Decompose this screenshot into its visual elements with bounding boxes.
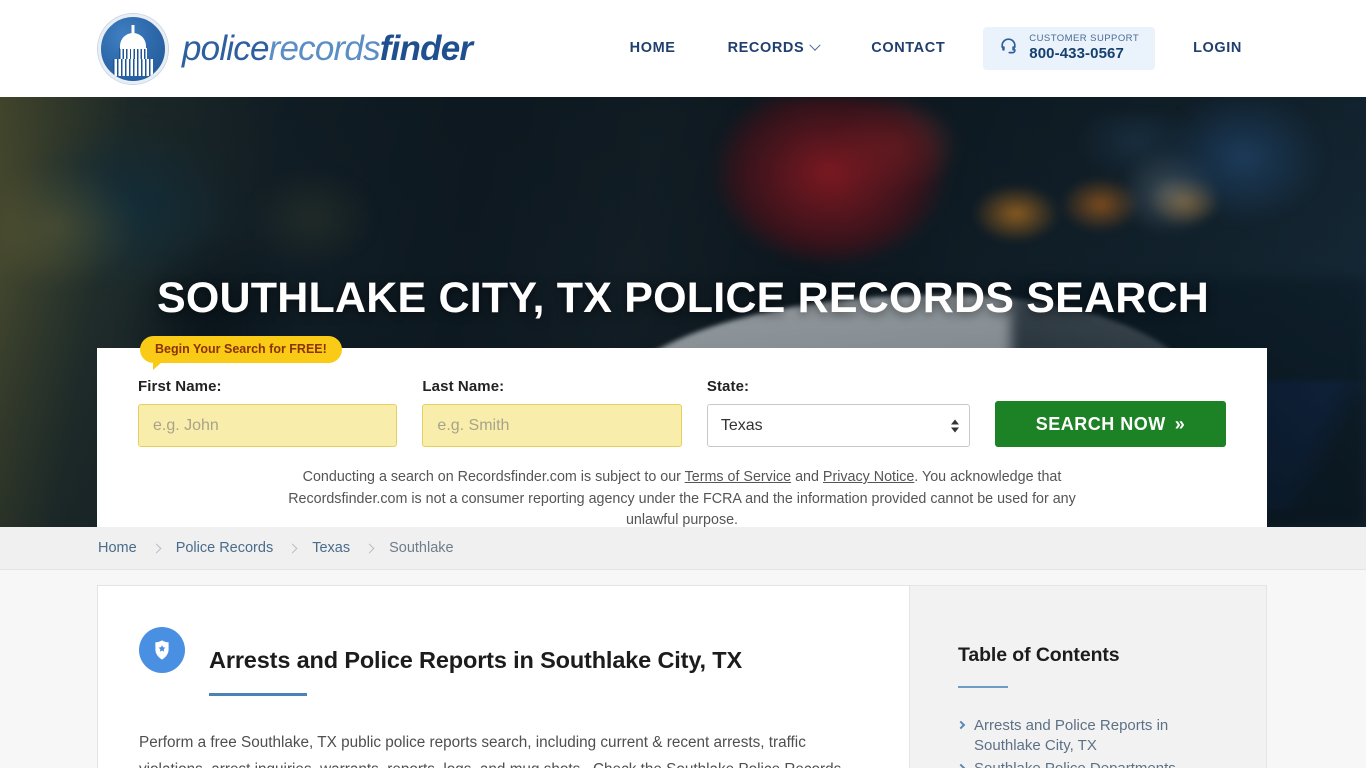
support-label: CUSTOMER SUPPORT	[1029, 33, 1140, 45]
first-name-input[interactable]	[138, 404, 398, 447]
content-area: Arrests and Police Reports in Southlake …	[97, 585, 1267, 768]
toc-title: Table of Contents	[958, 643, 1120, 666]
first-name-label: First Name:	[138, 378, 222, 395]
title-underline	[209, 693, 307, 697]
state-label: State:	[706, 378, 750, 395]
search-now-label: SEARCH NOW	[1035, 413, 1166, 434]
breadcrumb-item-texas[interactable]: Texas	[312, 540, 350, 556]
toc-item-label: Arrests and Police Reports in Southlake …	[974, 717, 1169, 755]
last-name-field-group: Last Name:	[422, 378, 682, 447]
brand-name-part3: finder	[379, 28, 473, 68]
site-header: policerecordsfinder HOME RECORDS CONTACT	[0, 0, 1366, 97]
double-chevron-right-icon: »	[1174, 413, 1186, 434]
chevron-right-icon	[956, 720, 966, 730]
toc-underline	[958, 686, 1008, 688]
first-name-field-group: First Name:	[138, 378, 398, 447]
chevron-right-icon	[364, 543, 375, 553]
table-of-contents: Table of Contents Arrests and Police Rep…	[910, 586, 1266, 768]
nav-item-contact[interactable]: CONTACT	[845, 32, 971, 64]
search-form-card: Begin Your Search for FREE! First Name: …	[97, 336, 1267, 527]
main-navigation: HOME RECORDS CONTACT CUSTOMER SUPPORT 80…	[604, 27, 1268, 70]
headset-icon	[999, 36, 1018, 60]
police-badge-icon	[139, 627, 185, 673]
brand-name: policerecordsfinder	[182, 28, 473, 69]
state-field-group: State: Texas	[706, 378, 970, 447]
article-section: Arrests and Police Reports in Southlake …	[98, 586, 910, 768]
disclaimer-text-1: Conducting a search on Recordsfinder.com…	[302, 469, 685, 485]
article-title: Arrests and Police Reports in Southlake …	[209, 646, 742, 673]
last-name-input[interactable]	[422, 404, 682, 447]
nav-item-contact-label: CONTACT	[871, 40, 946, 57]
breadcrumb: Home Police Records Texas Southlake	[98, 540, 454, 556]
customer-support-button[interactable]: CUSTOMER SUPPORT 800-433-0567	[983, 27, 1156, 70]
state-select[interactable]: Texas	[706, 404, 970, 447]
breadcrumb-item-police-records[interactable]: Police Records	[176, 540, 274, 556]
disclaimer-text-2: and	[791, 469, 823, 485]
page-title: SOUTHLAKE CITY, TX POLICE RECORDS SEARCH	[156, 273, 1210, 322]
search-form-row: First Name: Last Name: State: Texas	[138, 378, 1226, 447]
free-search-badge: Begin Your Search for FREE!	[140, 336, 342, 370]
nav-item-login[interactable]: LOGIN	[1167, 32, 1268, 64]
nav-item-home[interactable]: HOME	[604, 32, 702, 64]
chevron-right-icon	[287, 543, 298, 553]
brand-name-part2: records	[268, 28, 381, 68]
brand-logo-link[interactable]: policerecordsfinder	[98, 13, 473, 84]
terms-of-service-link[interactable]: Terms of Service	[685, 469, 791, 485]
chevron-right-icon	[151, 543, 162, 553]
nav-item-home-label: HOME	[629, 40, 676, 57]
support-phone: 800-433-0567	[1029, 45, 1124, 63]
toc-item-label: Southlake Police Departments	[974, 759, 1176, 768]
search-now-button[interactable]: SEARCH NOW »	[995, 401, 1226, 447]
nav-item-records-label: RECORDS	[727, 40, 805, 57]
chevron-down-icon	[809, 39, 821, 52]
chevron-right-icon	[956, 763, 966, 768]
breadcrumb-item-home[interactable]: Home	[98, 540, 137, 556]
breadcrumb-item-southlake: Southlake	[389, 540, 454, 556]
brand-name-part1: police	[182, 28, 269, 68]
article-header: Arrests and Police Reports in Southlake …	[139, 624, 864, 697]
capitol-dome-icon	[98, 13, 168, 84]
toc-list: Arrests and Police Reports in Southlake …	[956, 716, 1236, 768]
nav-item-login-label: LOGIN	[1193, 40, 1242, 57]
toc-item-arrests-and-police-reports[interactable]: Arrests and Police Reports in Southlake …	[956, 716, 1236, 757]
hero-banner: SOUTHLAKE CITY, TX POLICE RECORDS SEARCH…	[0, 97, 1366, 527]
nav-item-records[interactable]: RECORDS	[702, 32, 846, 64]
last-name-label: Last Name:	[422, 378, 505, 395]
search-disclaimer: Conducting a search on Recordsfinder.com…	[267, 467, 1097, 527]
privacy-notice-link[interactable]: Privacy Notice	[823, 469, 914, 485]
article-body-text: Perform a free Southlake, TX public poli…	[139, 734, 841, 768]
toc-item-southlake-police-departments[interactable]: Southlake Police Departments	[956, 759, 1236, 768]
breadcrumb-bar: Home Police Records Texas Southlake	[0, 527, 1366, 570]
